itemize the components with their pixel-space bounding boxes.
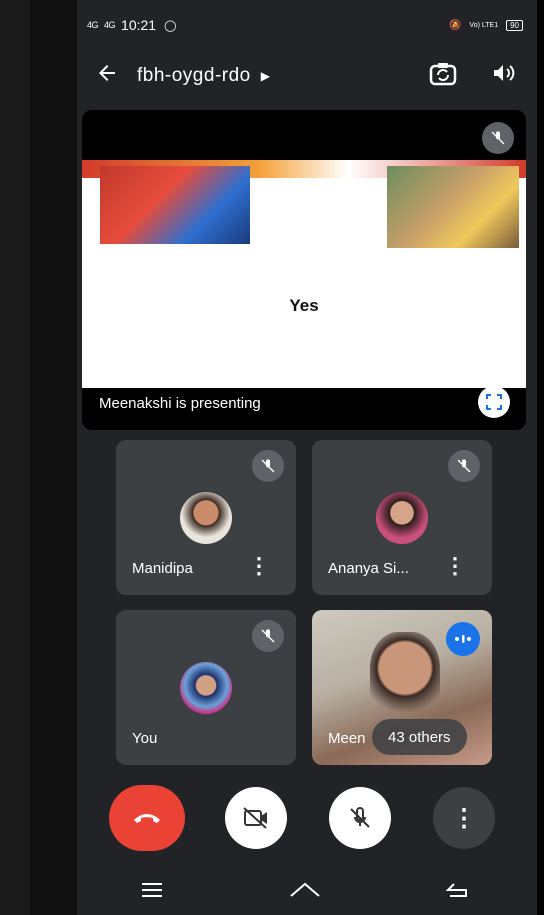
speaker-icon[interactable] <box>491 61 515 92</box>
presenter-label: Meenakshi is presenting <box>99 395 261 412</box>
participant-tile-you[interactable]: You <box>116 610 296 765</box>
participant-name: Meen <box>328 730 366 747</box>
participant-name: You <box>132 730 158 747</box>
call-controls: ⋮ <box>77 785 537 855</box>
menu-icon[interactable] <box>140 881 164 904</box>
presentation-card[interactable]: Yes Meenakshi is presenting <box>82 110 526 430</box>
mic-off-icon <box>252 450 284 482</box>
mic-off-icon <box>482 122 514 154</box>
avatar <box>376 492 428 544</box>
shared-slide: Yes <box>82 160 526 388</box>
participant-tile-manidipa[interactable]: Manidipa ⋮ <box>116 440 296 595</box>
status-bar: 4G 4G 10:21 ◯ 🔕 Vo) LTE1 90 <box>87 14 523 36</box>
left-edge <box>0 0 30 915</box>
mic-off-icon <box>252 620 284 652</box>
alarm-off-icon: 🔕 <box>448 19 462 31</box>
others-count-pill[interactable]: 43 others <box>372 719 467 755</box>
participant-name: Manidipa <box>132 560 193 577</box>
more-options-icon[interactable]: ⋮ <box>444 553 466 579</box>
mic-off-icon <box>448 450 480 482</box>
meeting-details-chevron-icon[interactable]: ▶ <box>261 69 270 83</box>
battery-indicator: 90 <box>506 19 523 31</box>
fullscreen-button[interactable] <box>478 386 510 418</box>
mic-toggle-button[interactable] <box>329 787 391 849</box>
fullscreen-icon <box>486 394 502 410</box>
participant-tile-meen[interactable]: Meen 43 others <box>312 610 492 765</box>
more-options-icon[interactable]: ⋮ <box>248 553 270 579</box>
meet-screen: 4G 4G 10:21 ◯ 🔕 Vo) LTE1 90 fbh-oygd-rdo… <box>77 0 537 915</box>
left-bezel <box>30 0 77 915</box>
status-time: 10:21 <box>121 17 157 33</box>
back-arrow-icon[interactable] <box>77 60 137 92</box>
phone-frame: 4G 4G 10:21 ◯ 🔕 Vo) LTE1 90 fbh-oygd-rdo… <box>0 0 544 915</box>
back-nav-icon[interactable] <box>445 880 474 905</box>
mic-off-icon <box>350 807 370 828</box>
volte-indicator: Vo) LTE1 <box>469 21 499 29</box>
participant-name: Ananya Si... <box>328 560 409 577</box>
end-call-button[interactable] <box>109 785 185 851</box>
signal-indicator-2: 4G <box>104 20 116 30</box>
recording-icon: ◯ <box>164 19 177 32</box>
end-call-icon <box>134 814 160 823</box>
avatar <box>180 662 232 714</box>
more-vert-icon: ⋮ <box>452 804 476 832</box>
speaking-indicator-icon <box>446 622 480 656</box>
camera-toggle-button[interactable] <box>225 787 287 849</box>
meeting-header: fbh-oygd-rdo ▶ <box>77 56 537 96</box>
system-nav-bar <box>77 870 537 915</box>
avatar <box>180 492 232 544</box>
camera-off-icon <box>243 807 267 829</box>
slide-text: Yes <box>289 296 319 315</box>
switch-camera-icon[interactable] <box>429 61 457 92</box>
home-icon[interactable] <box>289 880 321 905</box>
signal-indicator-1: 4G <box>87 20 99 30</box>
more-options-button[interactable]: ⋮ <box>433 787 495 849</box>
meeting-code[interactable]: fbh-oygd-rdo <box>137 65 251 87</box>
weightlifter-photo <box>100 166 250 244</box>
speaker-video <box>370 632 440 722</box>
participant-tile-ananya[interactable]: Ananya Si... ⋮ <box>312 440 492 595</box>
medalist-photo <box>387 166 519 248</box>
